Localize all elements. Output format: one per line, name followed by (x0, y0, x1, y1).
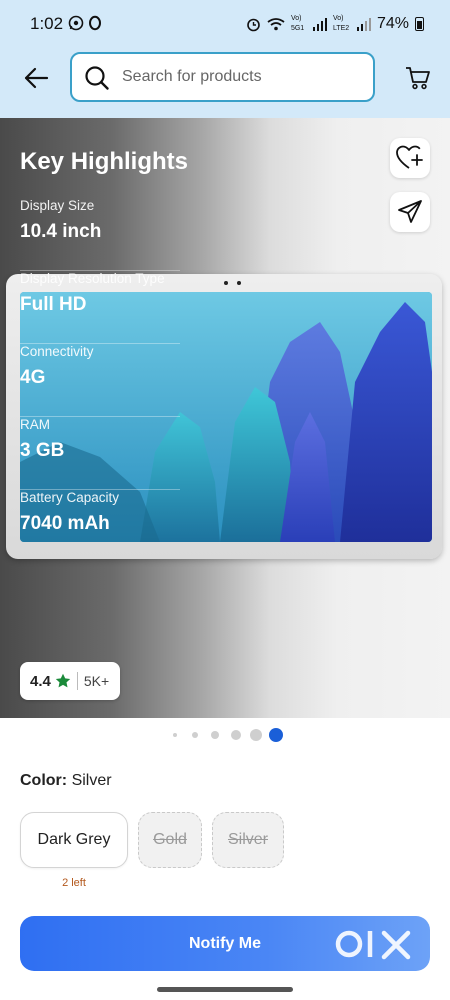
rating-separator (76, 672, 78, 690)
carousel-dot-active[interactable] (269, 728, 283, 742)
highlight-connectivity: Connectivity 4G (20, 344, 180, 417)
highlight-battery: Battery Capacity 7040 mAh (20, 490, 180, 563)
highlight-label: Battery Capacity (20, 490, 120, 505)
whatsapp-icon (68, 15, 84, 31)
rating-count: 5K+ (83, 673, 110, 689)
app-notification-icon (89, 15, 101, 31)
stock-note: 2 left (62, 877, 86, 889)
back-button[interactable] (18, 60, 54, 96)
star-icon (55, 673, 71, 688)
highlight-display-resolution: Display Resolution Type Full HD (20, 271, 180, 344)
network-label-1: Vo) 5G1 (290, 15, 305, 32)
wifi-icon (267, 18, 285, 31)
status-bar: 1:02 Vo) 5G1 Vo) LTE2 74% (0, 0, 450, 48)
status-time: 1:02 (30, 14, 64, 33)
highlight-value: 7040 mAh (20, 513, 110, 534)
heart-plus-icon (396, 145, 423, 169)
carousel-pagination (0, 726, 450, 744)
tablet-sensor-dot (237, 281, 241, 285)
highlight-label: RAM (20, 417, 50, 432)
carousel-dot[interactable] (211, 731, 219, 739)
search-input[interactable] (122, 64, 362, 90)
status-notification-icons (68, 15, 102, 31)
home-indicator (157, 987, 293, 992)
signal-icon (312, 17, 327, 31)
status-right-icons: Vo) 5G1 Vo) LTE2 74% (246, 14, 424, 34)
network-label-2: Vo) LTE2 (332, 15, 350, 32)
color-label-key: Color: (20, 772, 68, 789)
search-icon (85, 66, 109, 90)
highlight-value: 10.4 inch (20, 221, 102, 242)
olx-watermark-logo (335, 930, 411, 960)
rating-value: 4.4 (30, 672, 51, 690)
battery-percent: 74% (376, 15, 409, 32)
carousel-dot[interactable] (231, 730, 241, 740)
highlight-ram: RAM 3 GB (20, 417, 180, 490)
signal-icon-2 (356, 17, 371, 31)
highlight-label: Display Resolution Type (20, 271, 165, 286)
color-option-label: Gold (153, 831, 187, 848)
highlight-value: 4G (20, 367, 46, 388)
cart-icon (406, 67, 430, 90)
carousel-dot[interactable] (173, 733, 177, 737)
battery-icon (415, 17, 424, 31)
carousel-dot[interactable] (192, 732, 198, 738)
color-option-label: Dark Grey (37, 831, 111, 848)
alarm-icon (247, 18, 260, 31)
share-button[interactable] (390, 192, 430, 232)
highlight-value: Full HD (20, 294, 87, 315)
rating-chip[interactable]: 4.4 5K+ (20, 662, 120, 700)
highlight-display-size: Display Size 10.4 inch (20, 198, 180, 271)
highlight-label: Display Size (20, 198, 95, 213)
color-option-gold[interactable]: Gold (138, 812, 202, 868)
key-highlights: Key Highlights Display Size 10.4 inch Di… (20, 148, 189, 563)
tablet-camera-dot (224, 281, 228, 285)
arrow-left-icon (24, 67, 49, 89)
send-share-icon (398, 200, 422, 223)
product-image-carousel[interactable]: Key Highlights Display Size 10.4 inch Di… (0, 118, 450, 718)
search-box[interactable] (70, 52, 375, 102)
color-option-silver[interactable]: Silver (212, 812, 284, 868)
search-header (0, 48, 450, 118)
highlight-value: 3 GB (20, 440, 65, 461)
wishlist-button[interactable] (390, 138, 430, 178)
notify-me-label: Notify Me (189, 934, 261, 952)
cart-button[interactable] (400, 60, 436, 96)
color-selected-value: Silver (71, 772, 112, 789)
color-option-dark-grey[interactable]: Dark Grey (20, 812, 128, 868)
color-option-label: Silver (227, 831, 268, 848)
carousel-dot[interactable] (250, 729, 262, 741)
key-highlights-title: Key Highlights (20, 148, 189, 175)
highlight-label: Connectivity (20, 344, 94, 359)
color-selector-label: Color: Silver (20, 772, 112, 790)
